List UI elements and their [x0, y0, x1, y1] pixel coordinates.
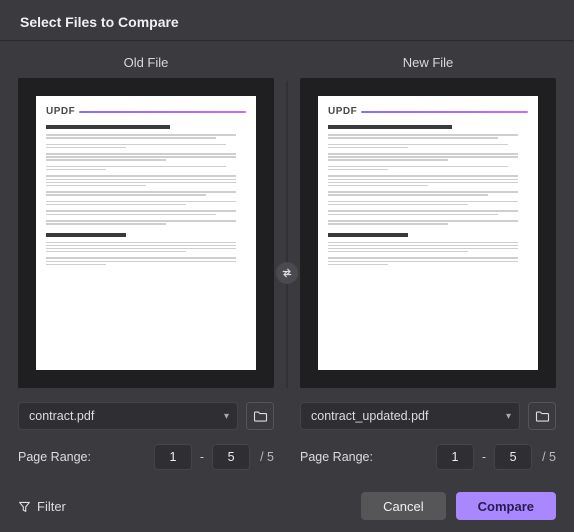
new-page-from-input[interactable] — [436, 444, 474, 470]
old-file-controls: contract.pdf ▾ Page Range: - / 5 — [18, 402, 274, 470]
old-file-browse-button[interactable] — [246, 402, 274, 430]
new-file-panel: New File UPDF — [300, 49, 556, 388]
new-file-select-label: contract_updated.pdf — [311, 409, 428, 423]
swap-files-button[interactable] — [276, 262, 298, 284]
filter-icon — [18, 500, 31, 513]
cancel-button[interactable]: Cancel — [361, 492, 445, 520]
panel-separator — [287, 81, 288, 388]
new-doc-logo: UPDF — [328, 106, 357, 117]
new-file-heading: New File — [300, 49, 556, 78]
new-file-thumbnail[interactable]: UPDF — [300, 78, 556, 388]
new-file-controls: contract_updated.pdf ▾ Page Range: - / 5 — [300, 402, 556, 470]
swap-icon — [281, 267, 293, 279]
old-page-range-label: Page Range: — [18, 450, 91, 464]
folder-icon — [253, 410, 268, 423]
old-file-select[interactable]: contract.pdf ▾ — [18, 402, 238, 430]
dialog-title: Select Files to Compare — [0, 0, 574, 40]
old-page-from-input[interactable] — [154, 444, 192, 470]
old-doc-logo: UPDF — [46, 106, 75, 117]
new-page-to-input[interactable] — [494, 444, 532, 470]
chevron-down-icon: ▾ — [506, 411, 511, 422]
old-file-thumbnail[interactable]: UPDF — [18, 78, 274, 388]
range-dash: - — [200, 450, 204, 464]
filter-label: Filter — [37, 499, 66, 514]
old-file-select-label: contract.pdf — [29, 409, 94, 423]
old-file-document-preview: UPDF — [36, 96, 256, 370]
compare-button[interactable]: Compare — [456, 492, 556, 520]
old-page-to-input[interactable] — [212, 444, 250, 470]
old-page-total: / 5 — [260, 450, 274, 464]
folder-icon — [535, 410, 550, 423]
new-file-document-preview: UPDF — [318, 96, 538, 370]
new-page-total: / 5 — [542, 450, 556, 464]
new-file-select[interactable]: contract_updated.pdf ▾ — [300, 402, 520, 430]
chevron-down-icon: ▾ — [224, 411, 229, 422]
filter-button[interactable]: Filter — [18, 499, 66, 514]
new-file-browse-button[interactable] — [528, 402, 556, 430]
range-dash: - — [482, 450, 486, 464]
old-file-heading: Old File — [18, 49, 274, 78]
old-file-panel: Old File UPDF — [18, 49, 274, 388]
new-page-range-label: Page Range: — [300, 450, 373, 464]
